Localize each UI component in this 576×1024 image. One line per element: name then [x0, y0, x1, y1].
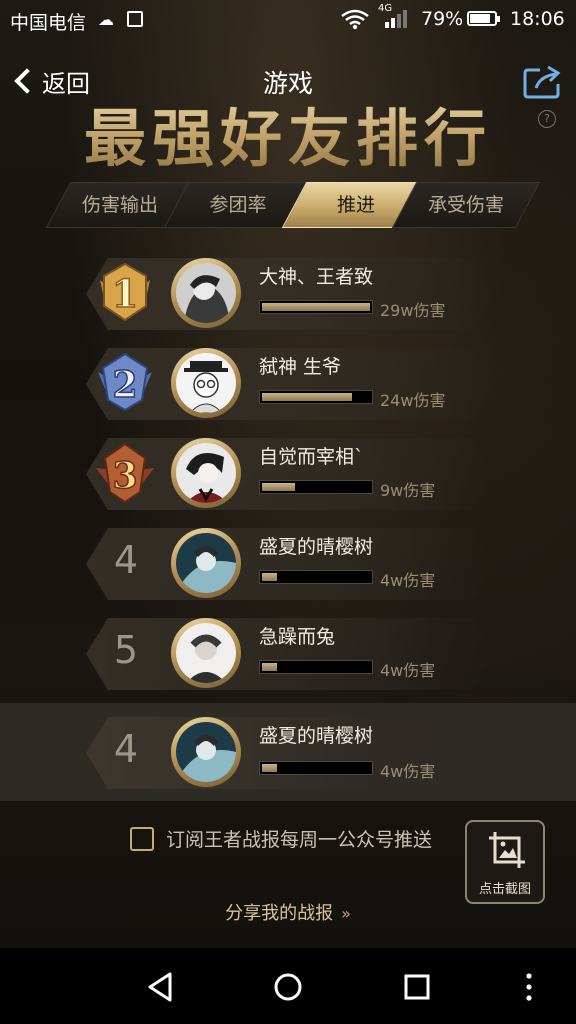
player-name: 盛夏的晴樱树	[259, 536, 374, 558]
progress-bar	[259, 390, 373, 404]
battery-icon	[467, 11, 500, 26]
system-nav-bar	[0, 948, 576, 1024]
player-name: 急躁而兔	[259, 626, 336, 648]
progress-bar	[259, 570, 373, 584]
status-bar: 中国电信 ☁ 4G 79% 18:06	[0, 0, 576, 40]
damage-value: 9w伤害	[380, 481, 436, 500]
subscribe-checkbox[interactable]	[130, 826, 154, 851]
list-item[interactable]: 5 急躁而兔 4w伤害	[0, 608, 576, 698]
player-name: 自觉而宰相`	[259, 446, 364, 468]
avatar	[171, 717, 241, 787]
player-name: 盛夏的晴樱树	[259, 725, 374, 747]
avatar	[171, 348, 241, 418]
avatar	[171, 618, 241, 688]
gallery-icon	[127, 11, 143, 27]
progress-bar	[259, 300, 373, 314]
avatar	[171, 438, 241, 508]
list-item[interactable]: 4 盛夏的晴樱树 4w伤害	[0, 518, 576, 608]
list-item[interactable]: 3 自觉而宰相` 9w伤害	[0, 428, 576, 518]
clock: 18:06	[510, 8, 565, 30]
tab-damage-taken[interactable]: 承受伤害	[391, 182, 541, 228]
banner-title: 最强好友排行	[0, 88, 576, 178]
avatar	[171, 528, 241, 598]
player-name: 弑神 生爷	[259, 356, 342, 378]
recents-square-icon[interactable]	[400, 970, 434, 1004]
rank-number: 5	[113, 628, 139, 672]
damage-value: 29w伤害	[380, 301, 446, 320]
rank-number: 4	[113, 538, 139, 582]
damage-value: 24w伤害	[380, 391, 446, 410]
screenshot-icon	[489, 832, 525, 868]
more-vertical-icon[interactable]	[512, 970, 546, 1004]
silver-medal-icon: 2	[98, 352, 152, 412]
damage-value: 4w伤害	[380, 661, 436, 680]
list-item[interactable]: 2 弑神 生爷 24w伤害	[0, 338, 576, 428]
subscribe-label: 订阅王者战报每周一公众号推送	[166, 829, 433, 851]
wifi-icon	[340, 8, 370, 35]
progress-bar	[259, 480, 373, 494]
damage-value: 4w伤害	[380, 762, 436, 781]
screenshot-button[interactable]: 点击截图	[465, 820, 545, 904]
damage-value: 4w伤害	[380, 571, 436, 590]
screenshot-label: 点击截图	[478, 882, 531, 897]
gold-medal-icon: 1	[100, 262, 150, 322]
carrier-label: 中国电信	[10, 12, 87, 34]
svg-text:2: 2	[112, 364, 137, 406]
svg-text:1: 1	[112, 271, 138, 316]
home-circle-icon[interactable]	[271, 970, 305, 1004]
player-name: 大神、王者致	[259, 266, 374, 288]
share-report-button[interactable]: 分享我的战报 »	[0, 899, 576, 925]
battery-percent: 79%	[421, 8, 464, 30]
list-item[interactable]: 1 大神、王者致 29w伤害	[0, 248, 576, 338]
progress-bar	[259, 660, 373, 674]
rank-number: 4	[113, 727, 139, 771]
back-triangle-icon[interactable]	[144, 970, 178, 1004]
category-tabs: 伤害输出 参团率 推进 承受伤害	[45, 182, 541, 230]
share-report-label: 分享我的战报	[225, 903, 334, 924]
svg-text:3: 3	[112, 455, 137, 497]
my-rank-row[interactable]: 4 盛夏的晴樱树 4w伤害	[0, 703, 576, 801]
cloud-icon: ☁	[98, 10, 114, 29]
avatar	[171, 258, 241, 328]
bronze-medal-icon: 3	[96, 442, 154, 504]
progress-bar	[259, 761, 373, 775]
subscribe-toggle[interactable]: 订阅王者战报每周一公众号推送	[130, 825, 432, 852]
signal-icon	[385, 10, 407, 28]
double-chevron-right-icon: »	[341, 904, 351, 923]
